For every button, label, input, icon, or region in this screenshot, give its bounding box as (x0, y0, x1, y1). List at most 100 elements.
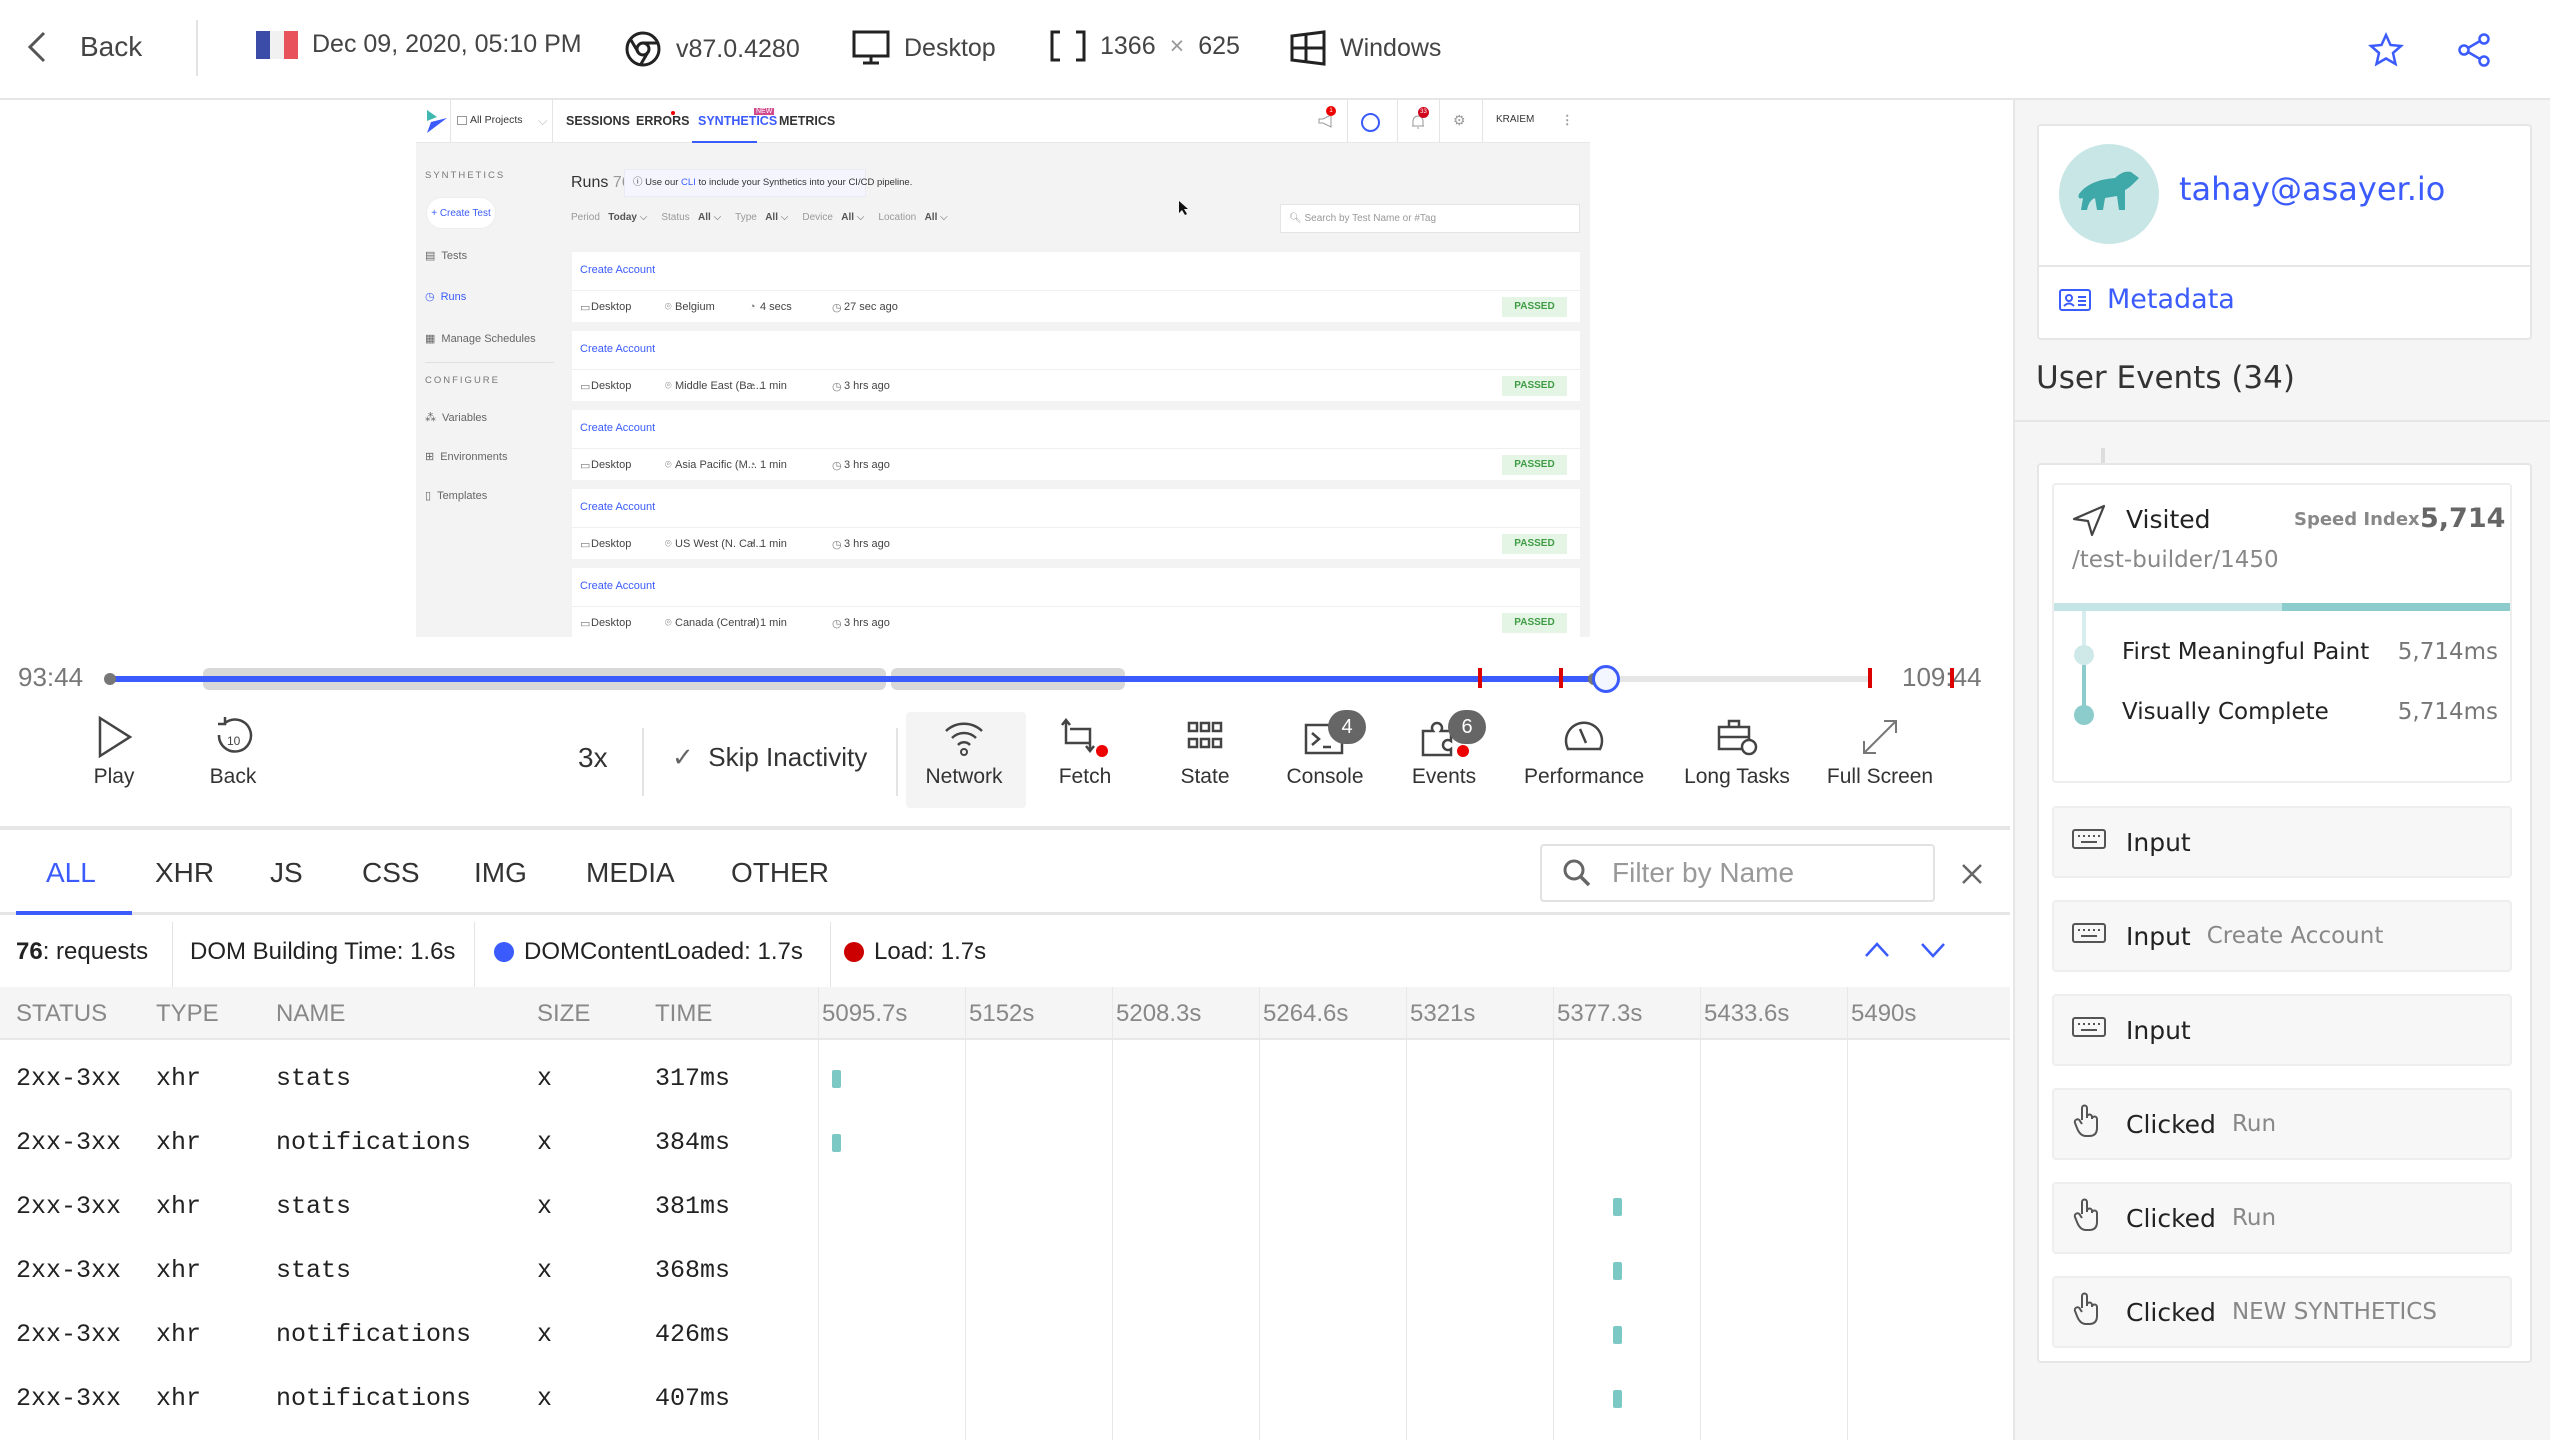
more-vertical-icon[interactable]: ⋮ (1561, 112, 1574, 127)
visited-event[interactable]: Visited Speed Index 5,714 /test-builder/… (2052, 483, 2512, 783)
filter-type[interactable]: Type All ⌵ (735, 212, 788, 223)
user-email-link[interactable]: tahay@asayer.io (2179, 170, 2445, 208)
table-row[interactable]: 2xx-3xx xhr notifications x 426ms (0, 1302, 2010, 1366)
playback-speed-button[interactable]: 3x (578, 742, 608, 774)
network-tab-css[interactable]: CSS (362, 857, 420, 889)
error-marker[interactable] (1478, 668, 1482, 688)
gear-icon[interactable]: ⚙ (1453, 112, 1466, 129)
column-status[interactable]: STATUS (16, 1000, 107, 1028)
sidebar-item-tests[interactable]: ▤ Tests (425, 249, 467, 263)
sidebar-item-manage-schedules[interactable]: ▦ Manage Schedules (425, 332, 536, 346)
column-name[interactable]: NAME (276, 1000, 345, 1028)
user-card: tahay@asayer.io Metadata (2037, 124, 2532, 340)
tab-sessions[interactable]: SESSIONS (566, 114, 630, 128)
error-marker[interactable] (1950, 668, 1954, 688)
visited-label: Visited (2126, 505, 2211, 534)
filter-value: All (698, 212, 711, 223)
play-button[interactable]: Play (54, 715, 174, 789)
tool-fetch[interactable]: Fetch (1025, 715, 1145, 789)
event-item[interactable]: Input Create Account (2052, 900, 2512, 972)
run-card[interactable]: Create Account ▭ Desktop ⌾ US West (N. Cal..… (572, 489, 1580, 559)
create-test-button[interactable]: + Create Test (426, 197, 496, 229)
back-button[interactable]: Back (26, 30, 142, 64)
tool-events[interactable]: Events (1384, 715, 1504, 789)
run-card[interactable]: Create Account ▭ Desktop ⌾ Asia Pacific (M..… (572, 410, 1580, 480)
run-test-name[interactable]: Create Account (580, 501, 655, 513)
table-row[interactable]: 2xx-3xx xhr notifications x 407ms (0, 1366, 2010, 1430)
run-test-name[interactable]: Create Account (580, 264, 655, 276)
run-card[interactable]: Create Account ▭ Desktop ⌾ Canada (Central) ◔… (572, 568, 1580, 637)
close-icon[interactable] (1960, 862, 1984, 886)
error-marker[interactable] (1868, 668, 1872, 688)
event-detail: Run (2231, 1205, 2277, 1231)
filter-location[interactable]: Location All ⌵ (878, 212, 947, 223)
share-icon[interactable] (2456, 32, 2492, 68)
run-test-name[interactable]: Create Account (580, 343, 655, 355)
tab-errors[interactable]: ERRORS (636, 114, 689, 128)
skip-inactivity-toggle[interactable]: ✓ Skip Inactivity (672, 742, 867, 773)
sidebar-item-runs[interactable]: ◷ Runs (425, 290, 466, 304)
network-tab-img[interactable]: IMG (474, 857, 527, 889)
chevron-down-icon[interactable] (1920, 940, 1946, 960)
table-row[interactable]: 2xx-3xx xhr notifications x 384ms (0, 1110, 2010, 1174)
run-test-name[interactable]: Create Account (580, 422, 655, 434)
filter-status[interactable]: Status All ⌵ (661, 212, 721, 223)
run-test-name[interactable]: Create Account (580, 580, 655, 592)
waterfall-bar (1612, 1326, 1622, 1344)
test-search-input[interactable]: 🔍︎ Search by Test Name or #Tag (1280, 204, 1580, 233)
table-row[interactable]: 2xx-3xx xhr stats x 317ms (0, 1046, 2010, 1110)
tool-performance[interactable]: Performance (1524, 715, 1644, 789)
tool-console[interactable]: Console (1265, 715, 1385, 789)
filter-by-name-input[interactable]: Filter by Name (1540, 844, 1935, 902)
tool-state[interactable]: State (1145, 715, 1265, 789)
project-selector[interactable]: All Projects (470, 114, 523, 126)
run-card[interactable]: Create Account ▭ Desktop ⌾ Belgium ◔ 4 secs ◷ 27… (572, 252, 1580, 322)
table-row[interactable]: 2xx-3xx xhr stats x 381ms (0, 1174, 2010, 1238)
cell-time: 381ms (655, 1192, 731, 1221)
network-tab-all[interactable]: ALL (46, 857, 96, 889)
network-tab-other[interactable]: OTHER (731, 857, 829, 889)
tool-full-screen[interactable]: Full Screen (1820, 715, 1940, 789)
column-size[interactable]: SIZE (537, 1000, 590, 1028)
session-replay-viewport[interactable]: All Projects ⌵ SESSIONS ERRORS SYNTHETIC… (416, 100, 1590, 637)
megaphone-icon[interactable] (1318, 114, 1334, 128)
star-icon[interactable] (2368, 32, 2404, 68)
event-item[interactable]: Clicked NEW SYNTHETICS (2052, 1276, 2512, 1348)
cli-link[interactable]: CLI (681, 177, 696, 188)
timeline-scrubber-handle[interactable] (1592, 665, 1620, 693)
event-item[interactable]: Input (2052, 994, 2512, 1066)
error-marker[interactable] (1559, 668, 1563, 688)
event-detail: NEW SYNTHETICS (2231, 1299, 2437, 1325)
event-item[interactable]: Input (2052, 806, 2512, 878)
tool-long-tasks[interactable]: Long Tasks (1677, 715, 1797, 789)
sidebar-item-variables[interactable]: ⁂ Variables (425, 411, 487, 425)
load-time: Load: 1.7s (844, 938, 986, 966)
tool-network[interactable]: Network (904, 715, 1024, 789)
network-tab-media[interactable]: MEDIA (586, 857, 675, 889)
back-label: Back (209, 765, 257, 788)
desktop-icon: ▭ (580, 460, 591, 472)
timer-icon: ◔ (749, 617, 756, 629)
user-menu[interactable]: KRAIEM (1496, 114, 1534, 125)
rewind-10-icon: 10 (217, 717, 253, 753)
table-row[interactable]: 2xx-3xx xhr stats x 368ms (0, 1238, 2010, 1302)
network-tab-xhr[interactable]: XHR (155, 857, 214, 889)
filter-period[interactable]: Period Today ⌵ (571, 212, 647, 223)
sidebar-item-templates[interactable]: ▯ Templates (425, 489, 487, 503)
chevron-up-icon[interactable] (1864, 940, 1890, 960)
run-details: ▭ Desktop ⌾ US West (N. Cal... ◔ 1 min ◷ 3 hrs … (572, 527, 1580, 559)
column-type[interactable]: TYPE (156, 1000, 219, 1028)
event-item[interactable]: Clicked Run (2052, 1088, 2512, 1160)
tab-metrics[interactable]: METRICS (779, 114, 835, 128)
back-10s-button[interactable]: 10 Back (173, 715, 293, 789)
event-type: Clicked (2126, 1203, 2216, 1233)
run-card[interactable]: Create Account ▭ Desktop ⌾ Middle East (Ba..… (572, 331, 1580, 401)
vc-value: 5,714ms (2397, 699, 2498, 725)
column-time[interactable]: TIME (655, 1000, 712, 1028)
sidebar-item-environments[interactable]: ⊞ Environments (425, 450, 507, 464)
event-item[interactable]: Clicked Run (2052, 1182, 2512, 1254)
network-tab-js[interactable]: JS (270, 857, 303, 889)
filter-device[interactable]: Device All ⌵ (802, 212, 864, 223)
metadata-button[interactable]: Metadata (2059, 284, 2235, 315)
tool-label: Long Tasks (1684, 765, 1790, 788)
